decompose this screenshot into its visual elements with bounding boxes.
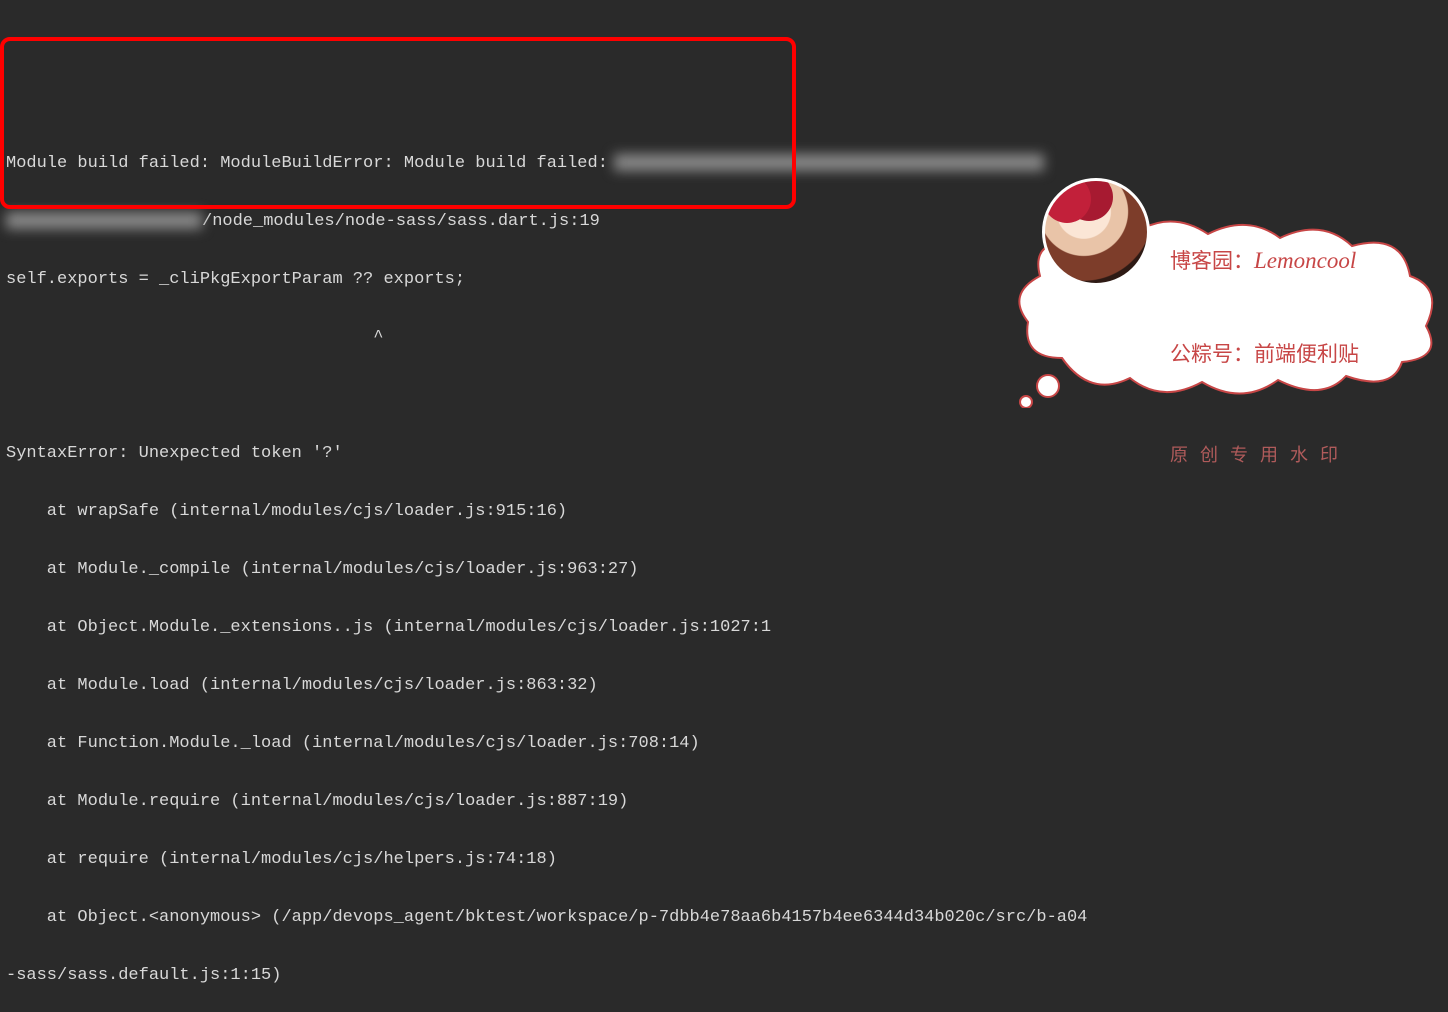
stack-line: -sass/sass.default.js:1:15) (6, 961, 1448, 990)
redacted-block (6, 212, 202, 229)
error-caret-line: ^ (6, 323, 1448, 352)
error-header-text: Module build failed: ModuleBuildError: M… (6, 154, 608, 173)
stack-line: at Module._compile (internal/modules/cjs… (6, 555, 1448, 584)
stack-line: at Module.load (internal/modules/cjs/loa… (6, 671, 1448, 700)
stack-line: at require (internal/modules/cjs/helpers… (6, 845, 1448, 874)
stack-line: at Object.Module._extensions..js (intern… (6, 613, 1448, 642)
stack-line: at Object.<anonymous> (/app/devops_agent… (6, 903, 1448, 932)
redacted-block (614, 154, 1044, 171)
syntax-error-line: SyntaxError: Unexpected token '?' (6, 439, 1448, 468)
stack-line: at Function.Module._load (internal/modul… (6, 729, 1448, 758)
stack-line: at Module.require (internal/modules/cjs/… (6, 787, 1448, 816)
blank-line (6, 381, 1448, 410)
error-file-line: /node_modules/node-sass/sass.dart.js:19 (6, 207, 1448, 236)
error-file-text: /node_modules/node-sass/sass.dart.js:19 (202, 212, 600, 231)
stack-line: at wrapSafe (internal/modules/cjs/loader… (6, 497, 1448, 526)
error-code-line: self.exports = _cliPkgExportParam ?? exp… (6, 265, 1448, 294)
terminal-output: Module build failed: ModuleBuildError: M… (0, 116, 1448, 1012)
error-header-line: Module build failed: ModuleBuildError: M… (6, 149, 1448, 178)
